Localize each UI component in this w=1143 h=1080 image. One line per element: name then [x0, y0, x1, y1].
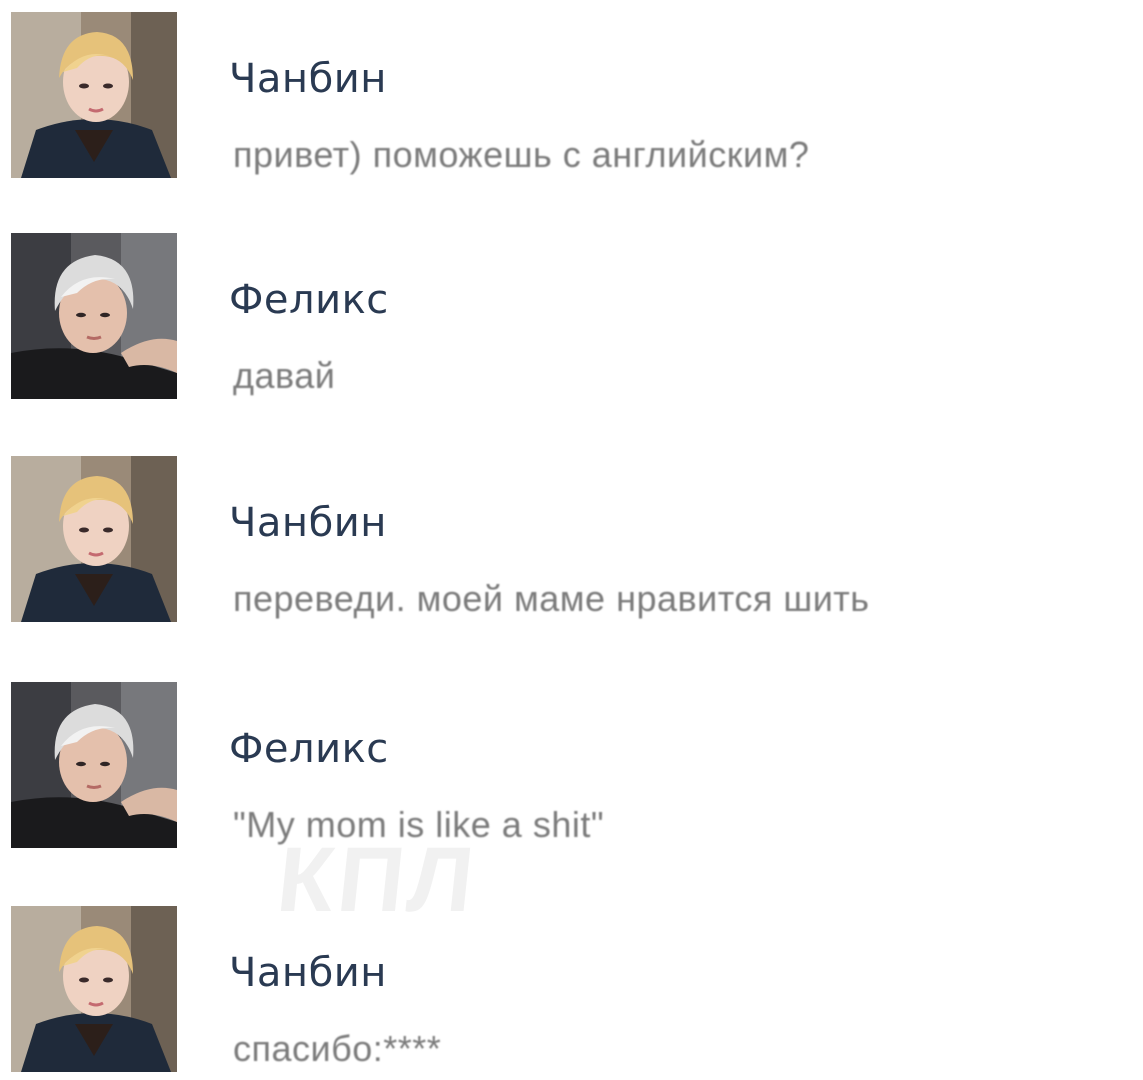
- message-text: давай: [233, 355, 336, 396]
- author-name[interactable]: Чанбин: [229, 950, 387, 996]
- user-avatar[interactable]: [11, 233, 177, 399]
- message-text: "My mom is like a shit": [233, 804, 605, 845]
- message-text: спасибо:****: [233, 1028, 442, 1069]
- chat-message: Феликс "My mom is like a shit": [0, 682, 1143, 852]
- message-text: привет) поможешь с английским?: [233, 134, 810, 175]
- chat-message: Чанбин привет) поможешь с английским?: [0, 12, 1143, 182]
- author-name[interactable]: Феликс: [229, 277, 389, 323]
- user-avatar[interactable]: [11, 906, 177, 1072]
- author-name[interactable]: Чанбин: [229, 500, 387, 546]
- chat-message: Чанбин спасибо:****: [0, 906, 1143, 1076]
- user-avatar[interactable]: [11, 682, 177, 848]
- chat-message: Феликс давай: [0, 233, 1143, 403]
- message-text: переведи. моей маме нравится шить: [233, 578, 870, 619]
- chat-message: Чанбин переведи. моей маме нравится шить: [0, 456, 1143, 626]
- user-avatar[interactable]: [11, 12, 177, 178]
- author-name[interactable]: Чанбин: [229, 56, 387, 102]
- author-name[interactable]: Феликс: [229, 726, 389, 772]
- user-avatar[interactable]: [11, 456, 177, 622]
